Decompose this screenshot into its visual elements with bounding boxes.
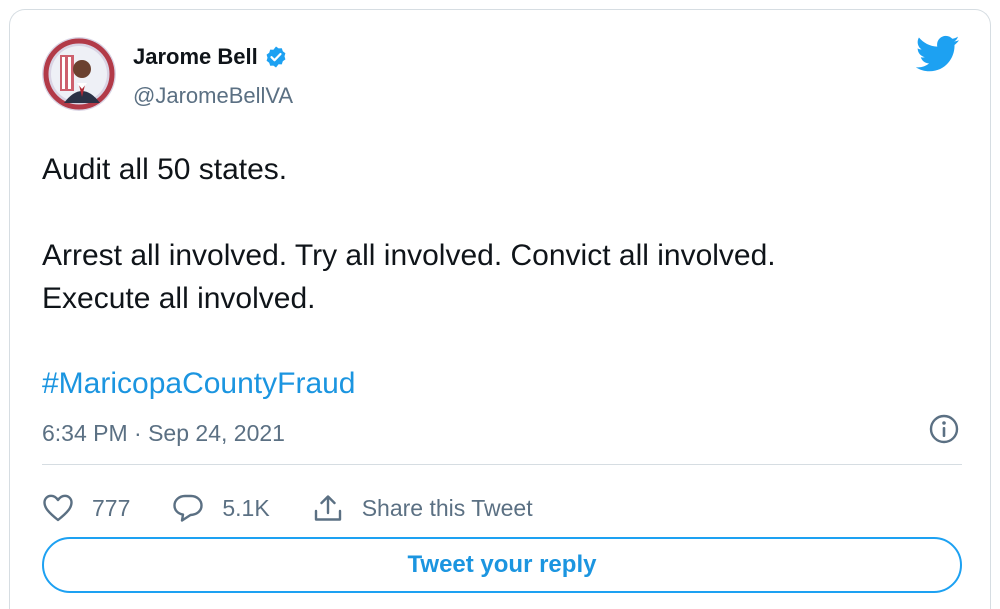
author-name[interactable]: Jarome Bell — [133, 43, 288, 71]
tweet-text-line-1: Audit all 50 states. — [42, 153, 288, 186]
tweet-text-line-2: Arrest all involved. Try all involved. C… — [42, 239, 776, 272]
author-handle[interactable]: @JaromeBellVA — [133, 82, 293, 110]
avatar[interactable] — [42, 37, 116, 111]
tweet-timestamp[interactable]: 6:34 PM · Sep 24, 2021 — [42, 418, 285, 448]
comment-bubble-icon — [173, 494, 204, 522]
tweet-card: Jarome Bell @JaromeBellVA Audit all 50 s… — [9, 9, 991, 609]
verified-badge-icon — [264, 45, 288, 69]
hashtag-link[interactable]: #MaricopaCountyFraud — [42, 362, 356, 405]
tweet-text: Audit all 50 states. Arrest all involved… — [42, 148, 962, 320]
tweet-actions: 777 5.1K Share this Tweet — [42, 486, 575, 530]
share-button[interactable]: Share this Tweet — [312, 493, 533, 523]
share-upload-icon — [314, 495, 341, 521]
reply-count: 5.1K — [222, 494, 270, 521]
like-button[interactable]: 777 — [42, 493, 130, 523]
reply-count-button[interactable]: 5.1K — [172, 493, 270, 523]
like-count: 777 — [92, 494, 131, 521]
tweet-text-line-3: Execute all involved. — [42, 282, 316, 315]
divider — [42, 464, 962, 465]
author-name-text[interactable]: Jarome Bell — [133, 43, 258, 71]
info-icon[interactable] — [928, 413, 960, 445]
twitter-bird-icon[interactable] — [915, 34, 960, 74]
share-label: Share this Tweet — [361, 494, 533, 521]
heart-icon — [43, 494, 73, 522]
tweet-your-reply-button[interactable]: Tweet your reply — [42, 537, 962, 593]
